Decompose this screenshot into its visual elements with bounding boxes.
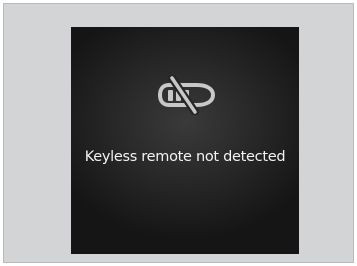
status-message: Keyless remote not detected [84, 149, 286, 165]
dashboard-display: Keyless remote not detected [71, 27, 299, 254]
keyless-remote-off-icon [155, 74, 219, 116]
illustration-frame: Keyless remote not detected [3, 3, 354, 263]
